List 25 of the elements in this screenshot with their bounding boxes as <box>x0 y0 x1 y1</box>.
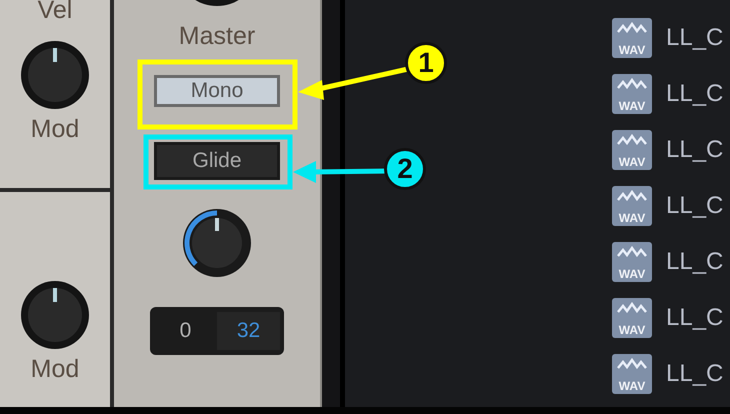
audio-file-icon: WAV <box>612 354 652 394</box>
knob-label: Vel <box>38 0 72 24</box>
file-name[interactable]: LL_C <box>666 192 724 220</box>
audio-file-icon: WAV <box>612 74 652 114</box>
knob-icon[interactable] <box>19 279 91 351</box>
range-high[interactable]: 32 <box>217 312 280 350</box>
file-name[interactable]: LL_C <box>666 24 724 52</box>
audio-file-icon: WAV <box>612 298 652 338</box>
file-name[interactable]: LL_C <box>666 136 724 164</box>
knob-label: Mod <box>30 115 80 143</box>
knob-label: Mod <box>30 355 80 383</box>
audio-file-icon: WAV <box>612 242 652 282</box>
knob-icon[interactable] <box>181 207 253 279</box>
audio-file-icon: WAV <box>612 186 652 226</box>
file-name[interactable]: LL_C <box>666 360 724 388</box>
toggle-button[interactable]: Glide <box>154 142 280 180</box>
audio-file-icon: WAV <box>612 18 652 58</box>
range-low[interactable]: 0 <box>154 312 217 350</box>
section-label: Master <box>178 22 256 50</box>
toggle-button[interactable]: Mono <box>154 75 280 107</box>
file-name[interactable]: LL_C <box>666 80 724 108</box>
file-name[interactable]: LL_C <box>666 248 724 276</box>
audio-file-icon: WAV <box>612 130 652 170</box>
knob-icon[interactable] <box>19 39 91 111</box>
file-name[interactable]: LL_C <box>666 304 724 332</box>
